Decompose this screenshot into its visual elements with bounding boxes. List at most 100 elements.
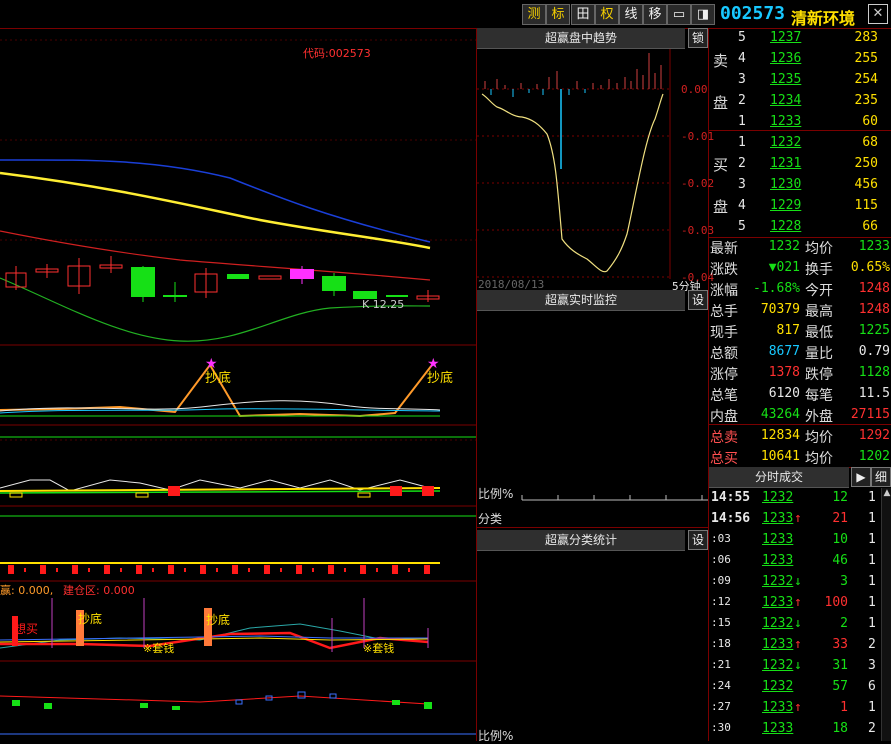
quote-label: 涨跌: [710, 262, 738, 278]
quote-value: ▼021: [768, 260, 800, 275]
trade-time: :24: [711, 679, 731, 692]
trade-time: :12: [711, 595, 731, 608]
trade-time: 14:55: [711, 490, 751, 505]
monitor-panel-title: 超赢实时监控: [477, 290, 685, 311]
trade-count: 6: [868, 679, 876, 694]
buy-price[interactable]: 1228: [770, 219, 801, 234]
quote-sum-value: 10641: [760, 449, 800, 464]
buy-price[interactable]: 1231: [770, 156, 801, 171]
quote-label: 涨幅: [710, 283, 738, 299]
trade-count: 1: [868, 700, 876, 715]
stats-settings-button[interactable]: 设: [688, 530, 708, 550]
quote-sum-label: 均价: [805, 451, 833, 467]
toolbar-button-grid[interactable]: 田: [571, 4, 595, 25]
quote-value: 1232: [768, 239, 800, 254]
buy-label-1: 买: [713, 156, 729, 174]
quote-label: 最新: [710, 241, 738, 257]
buy-volume: 68: [862, 135, 878, 150]
buy-level: 4: [738, 198, 746, 213]
trade-time: :30: [711, 721, 731, 734]
quote-value: 11.5: [858, 386, 890, 401]
monitor-settings-button[interactable]: 设: [688, 290, 708, 310]
close-icon[interactable]: ✕: [868, 4, 888, 24]
trade-volume: 3: [840, 574, 848, 589]
trade-price: 1233: [762, 553, 794, 568]
top-toolbar: 测 标 田 权 线 移 ▭ ◨ 002573 清新环境 ✕: [0, 0, 891, 29]
stats-panel-title: 超赢分类统计: [477, 530, 685, 551]
lock-button[interactable]: 锁: [688, 28, 708, 48]
trade-arrow-icon: ↓: [794, 616, 802, 631]
quote-label: 涨停: [710, 367, 738, 383]
trend-tick-2: -0.02: [681, 177, 715, 190]
toolbar-button-panel[interactable]: ◨: [691, 4, 715, 25]
toolbar-button-window[interactable]: ▭: [667, 4, 691, 25]
trade-time: :09: [711, 574, 731, 587]
quote-sum-value: 1202: [858, 449, 890, 464]
trade-volume: 1: [840, 700, 848, 715]
trend-tick-1: -0.01: [681, 130, 715, 143]
sell-level: 2: [738, 93, 746, 108]
sell-price[interactable]: 1235: [770, 72, 801, 87]
quote-value: 27115: [850, 407, 890, 422]
sell-volume: 60: [862, 114, 878, 129]
toolbar-button-ce[interactable]: 测: [522, 4, 546, 25]
trade-volume: 57: [832, 679, 848, 694]
quote-label: 总笔: [710, 388, 738, 404]
monitor-fenlei-label: 分类: [478, 512, 503, 526]
trade-price: 1233: [762, 511, 794, 526]
sell-level: 1: [738, 114, 746, 129]
quote-label: 今开: [805, 283, 833, 299]
trade-arrow-icon: ↑: [794, 637, 802, 652]
buy-price[interactable]: 1232: [770, 135, 801, 150]
chaodi-label-2: 抄底: [427, 371, 454, 386]
sell-price[interactable]: 1233: [770, 114, 801, 129]
trade-arrow-icon: ↑: [794, 595, 802, 610]
quote-value: 70379: [760, 302, 800, 317]
monitor-axis: [521, 495, 708, 501]
quote-label: 每笔: [805, 388, 833, 404]
buy-price[interactable]: 1230: [770, 177, 801, 192]
trade-volume: 33: [832, 637, 848, 652]
trades-scrollbar[interactable]: ▲: [881, 488, 891, 741]
sell-price[interactable]: 1237: [770, 30, 801, 45]
trade-count: 2: [868, 637, 876, 652]
trade-volume: 46: [832, 553, 848, 568]
toolbar-button-xian[interactable]: 线: [619, 4, 643, 25]
trade-price: 1233: [762, 721, 794, 736]
quote-sum-label: 均价: [805, 430, 833, 446]
toolbar-button-quan[interactable]: 权: [595, 4, 619, 25]
trade-volume: 12: [832, 490, 848, 505]
stock-code: 002573: [720, 3, 786, 24]
trades-next-button[interactable]: ▶: [851, 467, 871, 487]
trade-arrow-icon: ↓: [794, 574, 802, 589]
trade-price: 1233: [762, 637, 794, 652]
quote-value: -1.68%: [753, 281, 800, 296]
toolbar-button-biao[interactable]: 标: [546, 4, 570, 25]
buy-volume: 250: [854, 156, 878, 171]
trend-panel-title: 超赢盘中趋势: [477, 28, 685, 49]
trade-time: :15: [711, 616, 731, 629]
monitor-ratio-label: 比例%: [478, 487, 514, 501]
quote-label: 外盘: [805, 409, 833, 425]
quote-label: 内盘: [710, 409, 738, 425]
sell-volume: 235: [854, 93, 878, 108]
quote-value: 0.79: [858, 344, 890, 359]
chaodi-label-1: 抄底: [205, 371, 232, 386]
trade-count: 1: [868, 511, 876, 526]
trade-arrow-icon: ↑: [794, 511, 802, 526]
sell-volume: 255: [854, 51, 878, 66]
buy-volume: 66: [862, 219, 878, 234]
trade-count: 1: [868, 553, 876, 568]
trade-volume: 10: [832, 532, 848, 547]
trades-detail-button[interactable]: 细: [871, 467, 891, 487]
buy-price[interactable]: 1229: [770, 198, 801, 213]
main-chart-area[interactable]: ★ ★: [0, 28, 476, 741]
trade-count: 1: [868, 616, 876, 631]
quote-value: 1225: [858, 323, 890, 338]
sell-price[interactable]: 1234: [770, 93, 801, 108]
sell-price[interactable]: 1236: [770, 51, 801, 66]
trade-volume: 21: [832, 511, 848, 526]
toolbar-button-yi[interactable]: 移: [643, 4, 667, 25]
taoqian-label-1: ※套钱: [143, 642, 175, 655]
quote-value: 8677: [768, 344, 800, 359]
